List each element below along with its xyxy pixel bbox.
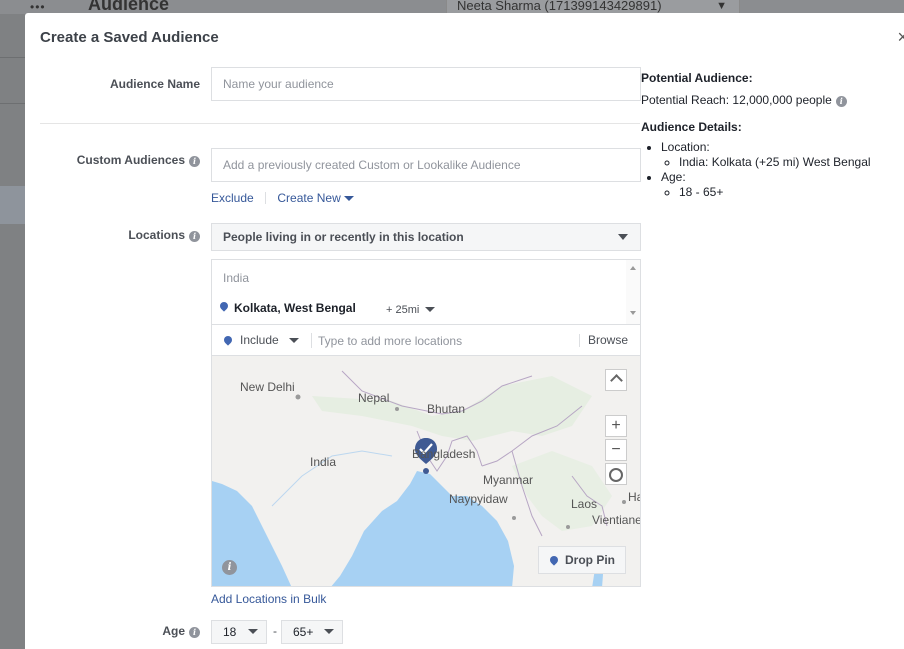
chevron-down-icon (248, 629, 258, 634)
age-label: Age i (45, 624, 200, 638)
drop-pin-label: Drop Pin (565, 553, 615, 567)
potential-audience-panel: Potential Audience: Potential Reach: 12,… (641, 71, 901, 200)
audience-details-list: Location: India: Kolkata (+25 mi) West B… (641, 140, 901, 200)
info-icon[interactable]: i (189, 627, 200, 638)
recenter-button[interactable] (605, 463, 627, 485)
target-icon (609, 468, 623, 482)
city-dot (395, 407, 399, 411)
zoom-in-button[interactable]: + (605, 415, 627, 437)
details-age: Age: 18 - 65+ (661, 170, 901, 200)
city-dot (295, 394, 301, 400)
locations-label: Locations i (45, 228, 200, 242)
chevron-down-icon (618, 234, 628, 240)
city-dot (622, 500, 626, 504)
audience-name-input[interactable] (211, 67, 641, 101)
selected-locations-list: India Kolkata, West Bengal + 25mi (211, 259, 641, 325)
map-label-bangladesh: Bangladesh (412, 447, 476, 461)
create-new-label: Create New (277, 191, 341, 205)
map-label-ha: Ha (628, 490, 640, 504)
age-min-select[interactable]: 18 (211, 620, 267, 644)
chevron-down-icon (425, 307, 436, 312)
chevron-down-icon (288, 338, 299, 343)
custom-audiences-label: Custom Audiences i (45, 153, 200, 167)
age-max-value: 65+ (293, 625, 314, 639)
details-location-value: India: Kolkata (+25 mi) West Bengal (679, 155, 901, 170)
location-search-row: Include Browse (211, 324, 641, 356)
zoom-out-button[interactable]: − (605, 439, 627, 461)
section-divider (40, 123, 640, 124)
separator (579, 334, 580, 347)
background-divider (0, 103, 25, 104)
location-type-value: People living in or recently in this loc… (223, 230, 464, 244)
map-info-icon[interactable]: i (222, 560, 237, 575)
list-scrollbar[interactable] (626, 260, 640, 325)
map-label-nepal: Nepal (358, 391, 390, 405)
map-collapse-button[interactable] (605, 369, 627, 391)
map-label-india: India (310, 455, 337, 469)
location-pin-icon (548, 554, 560, 566)
location-type-select[interactable]: People living in or recently in this loc… (211, 223, 641, 251)
potential-reach: Potential Reach: 12,000,000 people i (641, 93, 901, 107)
radius-value: + 25mi (386, 304, 420, 316)
details-age-label: Age: (661, 170, 686, 184)
exclude-link[interactable]: Exclude (211, 191, 254, 205)
age-min-value: 18 (223, 625, 237, 639)
details-location-label: Location: (661, 140, 710, 154)
audience-name-label: Audience Name (109, 77, 200, 91)
account-selector[interactable]: Neeta Sharma (171399143429891) ▼ (446, 0, 740, 14)
browse-button[interactable]: Browse (588, 333, 628, 347)
apps-grid-icon: ••• (30, 0, 46, 14)
map-label-naypyidaw: Naypyidaw (449, 492, 508, 506)
separator (311, 333, 312, 348)
details-age-value: 18 - 65+ (679, 185, 901, 200)
modal-title: Create a Saved Audience (40, 29, 219, 46)
details-location: Location: India: Kolkata (+25 mi) West B… (661, 140, 901, 170)
close-icon[interactable]: × (897, 27, 904, 48)
custom-audiences-label-text: Custom Audiences (76, 153, 185, 167)
age-label-text: Age (162, 624, 185, 638)
link-separator (265, 192, 267, 204)
radius-dropdown[interactable]: + 25mi (386, 304, 436, 316)
info-icon[interactable]: i (835, 96, 847, 107)
audience-details-heading: Audience Details: (641, 120, 742, 134)
info-icon[interactable]: i (189, 231, 200, 242)
map-label-laos: Laos (571, 497, 598, 511)
age-range-separator: - (273, 624, 277, 638)
background-sidebar-highlight (0, 186, 25, 224)
account-selector-label: Neeta Sharma (171399143429891) (457, 0, 662, 13)
potential-reach-text: Potential Reach: 12,000,000 people (641, 93, 832, 107)
location-pin-icon (222, 334, 234, 346)
custom-audience-links: Exclude Create New (211, 191, 354, 205)
map-label-bhutan: Bhutan (427, 402, 466, 416)
include-label: Include (240, 333, 279, 347)
map-label-myanmar: Myanmar (483, 473, 534, 487)
background-divider (0, 57, 25, 58)
create-saved-audience-modal: Create a Saved Audience × Audience Name … (25, 13, 904, 649)
location-pin-icon (218, 300, 230, 312)
location-map[interactable]: New Delhi Nepal Bhutan India Bangladesh … (211, 355, 641, 587)
map-label-new-delhi: New Delhi (240, 380, 295, 394)
city-dot (566, 525, 570, 529)
drop-pin-button[interactable]: Drop Pin (538, 546, 626, 574)
location-search-input[interactable] (316, 330, 570, 352)
info-icon[interactable]: i (189, 156, 200, 167)
map-label-vientiane: Vientiane (592, 513, 641, 527)
selected-location-label: Kolkata, West Bengal (234, 301, 356, 315)
age-max-select[interactable]: 65+ (281, 620, 343, 644)
chevron-down-icon (343, 196, 354, 201)
create-new-dropdown[interactable]: Create New (277, 191, 354, 205)
city-dot (512, 516, 516, 520)
include-dropdown[interactable]: Include (222, 333, 299, 347)
chevron-up-icon (609, 374, 623, 387)
custom-audiences-input[interactable] (211, 148, 641, 182)
location-country: India (223, 271, 250, 285)
chevron-down-icon (324, 629, 334, 634)
locations-label-text: Locations (128, 228, 185, 242)
add-locations-in-bulk-link[interactable]: Add Locations in Bulk (211, 592, 326, 606)
scroll-down-icon[interactable] (630, 311, 636, 315)
potential-audience-heading: Potential Audience: (641, 71, 753, 85)
selected-location-item[interactable]: Kolkata, West Bengal (218, 300, 356, 315)
scroll-up-icon[interactable] (630, 266, 636, 270)
